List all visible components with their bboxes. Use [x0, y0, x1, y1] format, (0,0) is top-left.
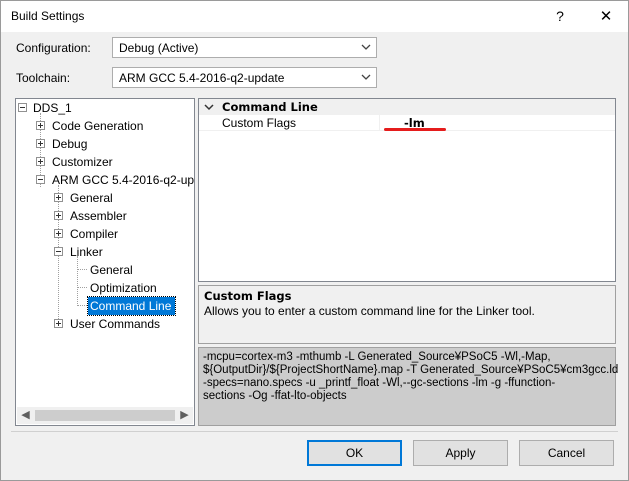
build-settings-dialog: Build Settings ? ✕ Configuration: Debug … [0, 0, 629, 481]
configuration-label: Configuration: [16, 41, 91, 55]
tree-node-linker-command-line[interactable]: Command Line [87, 296, 176, 316]
tree-line [77, 256, 78, 306]
divider [11, 431, 618, 432]
expand-icon[interactable] [54, 211, 63, 220]
property-grid[interactable]: Command Line Custom Flags -lm [198, 98, 616, 282]
expand-icon[interactable] [36, 157, 45, 166]
chevron-down-icon[interactable] [204, 102, 214, 112]
tree-line [77, 269, 87, 270]
scroll-right-icon[interactable]: ▶ [176, 407, 193, 424]
command-line-text: -specs=nano.specs -u _printf_float -Wl,-… [203, 377, 556, 389]
close-button[interactable]: ✕ [583, 1, 629, 32]
expand-icon[interactable] [54, 319, 63, 328]
command-line-text: -mcpu=cortex-m3 -mthumb -L Generated_Sou… [203, 351, 551, 363]
description-text: Allows you to enter a custom command lin… [204, 304, 535, 318]
tree-node-label: DDS_1 [33, 101, 72, 115]
tree-node-label: Linker [70, 245, 103, 259]
command-line-text: ${OutputDir}/${ProjectShortName}.map -T … [203, 364, 619, 376]
expand-icon[interactable] [54, 193, 63, 202]
title-bar: Build Settings ? ✕ [1, 1, 628, 32]
help-button[interactable]: ? [537, 1, 583, 32]
expand-icon[interactable] [54, 229, 63, 238]
horizontal-scrollbar[interactable]: ◀ ▶ [17, 407, 193, 424]
configuration-dropdown[interactable]: Debug (Active) [112, 37, 377, 58]
property-name: Custom Flags [222, 116, 297, 130]
tree-node-label: Optimization [90, 281, 157, 295]
collapse-icon[interactable] [18, 103, 27, 112]
tree-node-label: Debug [52, 137, 88, 151]
tree-node-label: Assembler [70, 209, 127, 223]
chevron-down-icon [361, 74, 371, 80]
settings-tree[interactable]: DDS_1 Code Generation Debug Customizer A… [15, 98, 195, 426]
tree-line [77, 305, 87, 306]
toolchain-label: Toolchain: [16, 71, 71, 85]
collapse-icon[interactable] [54, 247, 63, 256]
apply-button[interactable]: Apply [413, 440, 508, 466]
tree-node-label: General [90, 263, 133, 277]
red-annotation-underline [384, 128, 446, 131]
cancel-button[interactable]: Cancel [519, 440, 614, 466]
category-label: Command Line [222, 100, 318, 114]
description-title: Custom Flags [204, 289, 292, 303]
expand-icon[interactable] [36, 139, 45, 148]
collapse-icon[interactable] [36, 175, 45, 184]
tree-node-label: User Commands [70, 317, 161, 331]
tree-node-label: ARM GCC 5.4-2016-q2-up [52, 173, 195, 187]
tree-node-label: Customizer [52, 155, 113, 169]
tree-node-label: Code Generation [52, 119, 144, 133]
toolchain-dropdown[interactable]: ARM GCC 5.4-2016-q2-update [112, 67, 377, 88]
tree-line [77, 287, 87, 288]
window-title: Build Settings [11, 9, 85, 23]
chevron-down-icon [361, 44, 371, 50]
ok-button[interactable]: OK [307, 440, 402, 466]
description-panel: Custom Flags Allows you to enter a custo… [198, 285, 616, 344]
tree-node-label: Compiler [70, 227, 119, 241]
scroll-left-icon[interactable]: ◀ [17, 407, 34, 424]
configuration-value: Debug (Active) [119, 41, 199, 55]
tree-node-label: General [70, 191, 113, 205]
scrollbar-thumb[interactable] [35, 410, 175, 421]
command-line-preview: -mcpu=cortex-m3 -mthumb -L Generated_Sou… [198, 347, 619, 426]
property-category[interactable]: Command Line [199, 99, 615, 115]
command-line-text: sections -Og -ffat-lto-objects [203, 390, 347, 402]
toolchain-value: ARM GCC 5.4-2016-q2-update [119, 71, 285, 85]
tree-node-label: Command Line [90, 299, 172, 313]
expand-icon[interactable] [36, 121, 45, 130]
column-divider [379, 115, 380, 131]
